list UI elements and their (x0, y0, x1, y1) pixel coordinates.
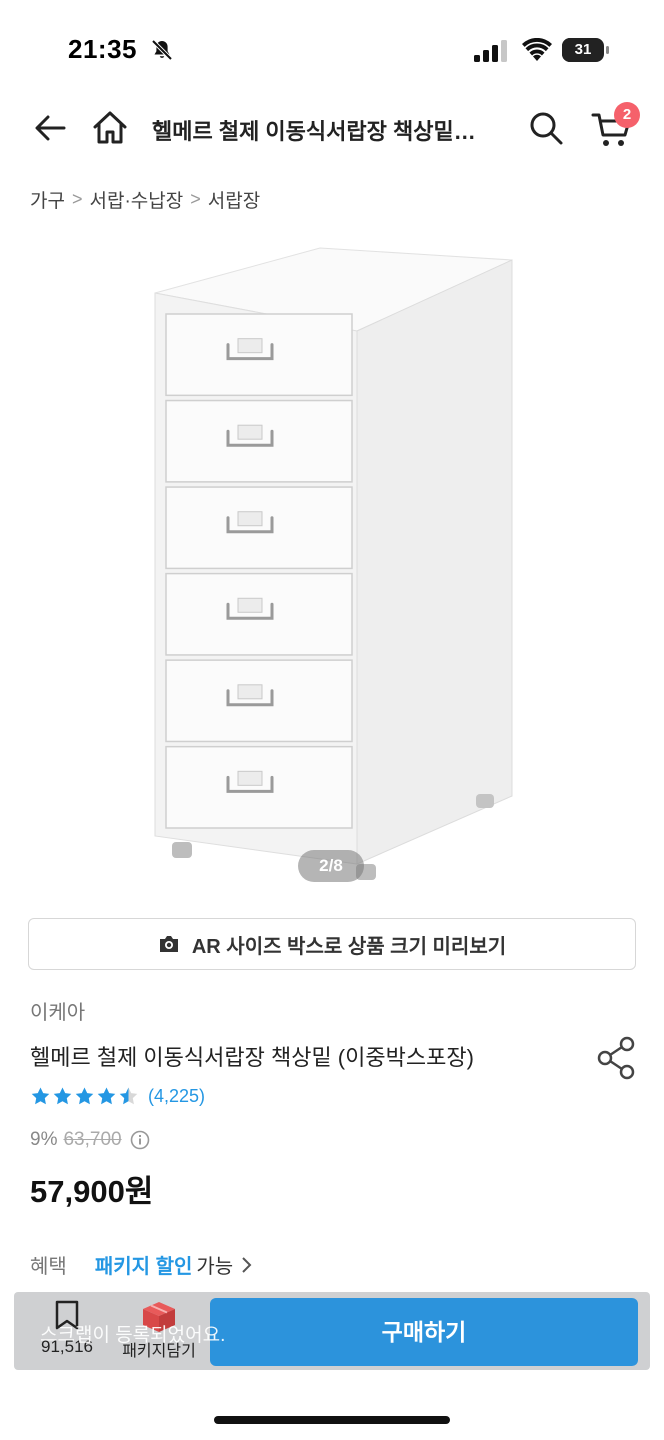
info-icon[interactable] (130, 1130, 150, 1150)
battery-percent: 31 (574, 41, 592, 58)
drawer-front (165, 313, 353, 397)
chevron-right-icon: > (190, 188, 201, 209)
bell-muted-icon (151, 39, 173, 61)
cellular-signal-icon (474, 40, 507, 62)
ar-button-label: AR 사이즈 박스로 상품 크기 미리보기 (191, 935, 507, 958)
drawer-label-holder (237, 424, 263, 440)
sale-price: 57,900원 (30, 1174, 154, 1209)
rating[interactable]: (4,225) (30, 1084, 205, 1108)
drawer-label-holder (237, 338, 263, 354)
drawer-front (165, 659, 353, 743)
breadcrumb-item[interactable]: 서랍·수납장 (89, 186, 183, 213)
drawer-front (165, 399, 353, 483)
product-name: 헬메르 철제 이동식서랍장 책상밑 (이중박스포장) (30, 1045, 474, 1070)
original-price: 63,700 (63, 1129, 122, 1150)
status-time: 21:35 (68, 34, 137, 64)
wifi-icon (522, 38, 552, 61)
chevron-right-icon (242, 1256, 252, 1273)
breadcrumb: 가구 > 서랍·수납장 > 서랍장 (30, 186, 260, 212)
benefit-suffix: 가능 (196, 1256, 234, 1278)
star-icon (53, 1087, 72, 1104)
cart-count-badge: 2 (614, 102, 640, 128)
home-indicator (214, 1416, 450, 1424)
ar-size-preview-button[interactable]: AR 사이즈 박스로 상품 크기 미리보기 (28, 918, 636, 970)
drawer-label-holder (237, 511, 263, 527)
page-title: 헬메르 철제 이동식서랍장 책상밑… (152, 119, 476, 144)
drawer-label-holder (237, 684, 263, 700)
image-counter: 2/8 (298, 850, 364, 882)
star-icon (97, 1087, 116, 1104)
star-rating (30, 1086, 140, 1107)
camera-icon (159, 936, 178, 952)
benefit-label: 혜택 (30, 1256, 67, 1278)
drawer-front (165, 745, 353, 829)
star-icon (75, 1087, 94, 1104)
back-arrow-icon[interactable] (30, 108, 70, 148)
drawer-label-holder (237, 597, 263, 613)
battery-icon: 31 (562, 38, 610, 62)
star-icon (119, 1087, 138, 1104)
star-icon (31, 1087, 50, 1104)
benefit-value: 패키지 할인 (94, 1256, 193, 1278)
chevron-right-icon: > (71, 188, 83, 209)
status-bar: 21:35 31 (0, 0, 664, 100)
product-image[interactable] (0, 236, 664, 900)
discount-rate: 9% (30, 1129, 58, 1150)
breadcrumb-item[interactable]: 가구 (30, 186, 65, 213)
toast-message: 스크랩이 등록되었어요. (40, 1325, 226, 1346)
review-count[interactable]: (4,225) (148, 1086, 205, 1107)
drawer-front (165, 486, 353, 570)
discount-row: 9% 63,700 (30, 1128, 150, 1152)
top-navigation: 헬메르 철제 이동식서랍장 책상밑… (0, 100, 664, 156)
drawer-label-holder (237, 770, 263, 786)
home-icon[interactable] (90, 108, 130, 148)
drawer-front (165, 572, 353, 656)
share-icon[interactable] (596, 1036, 636, 1080)
breadcrumb-item[interactable]: 서랍장 (208, 186, 260, 213)
search-icon[interactable] (528, 110, 564, 146)
buy-button[interactable]: 구매하기 (210, 1298, 638, 1366)
brand-name[interactable]: 이케아 (30, 996, 85, 1025)
benefit-row[interactable]: 혜택 패키지 할인 가능 (30, 1250, 253, 1279)
